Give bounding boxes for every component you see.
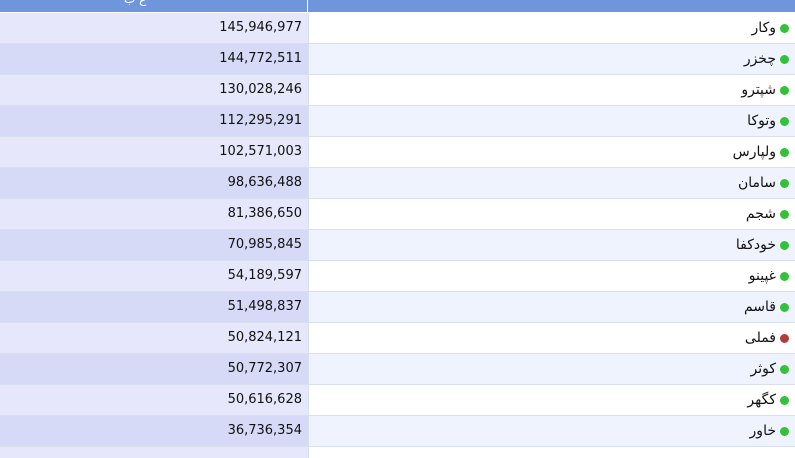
value-cell: 36,736,354 [0, 416, 309, 446]
value-cell: 50,824,121 [0, 323, 309, 353]
stock-table: ع ب 145,946,977 وکار 144,772,511 چخزر 130,02… [0, 0, 795, 458]
table-row[interactable]: 144,772,511 چخزر [0, 44, 795, 75]
status-dot-icon [780, 23, 789, 33]
table-row[interactable]: 112,295,291 وتوکا [0, 106, 795, 137]
table-body: 145,946,977 وکار 144,772,511 چخزر 130,028,24… [0, 13, 795, 458]
symbol-cell[interactable]: وتوکا [309, 106, 795, 136]
symbol-name[interactable]: چخزر [744, 51, 776, 67]
value-cell: 50,616,628 [0, 385, 309, 415]
symbol-name[interactable]: غپینو [749, 268, 776, 284]
table-row[interactable]: 145,946,977 وکار [0, 13, 795, 44]
symbol-name[interactable]: سامان [738, 175, 776, 191]
symbol-name[interactable]: خودکفا [736, 237, 776, 253]
symbol-name[interactable]: قاسم [744, 299, 776, 315]
table-row[interactable]: 98,636,488 سامان [0, 168, 795, 199]
table-row[interactable]: 36,736,354 خاور [0, 416, 795, 447]
symbol-cell[interactable]: کوثر [309, 354, 795, 384]
value-cell [0, 447, 309, 458]
status-dot-icon [780, 271, 789, 281]
status-dot-icon [780, 395, 789, 405]
symbol-name[interactable]: ولپارس [733, 144, 776, 160]
symbol-name[interactable]: فملی [745, 330, 776, 346]
symbol-cell[interactable]: خاور [309, 416, 795, 446]
symbol-name[interactable]: وتوکا [747, 113, 776, 129]
status-dot-icon [780, 85, 789, 95]
symbol-cell[interactable]: چخزر [309, 44, 795, 74]
table-row[interactable]: 102,571,003 ولپارس [0, 137, 795, 168]
status-dot-icon [780, 240, 789, 250]
symbol-cell[interactable] [309, 447, 795, 458]
value-cell: 102,571,003 [0, 137, 309, 167]
status-dot-icon [780, 364, 789, 374]
symbol-name[interactable]: کگهر [747, 392, 776, 408]
status-dot-icon [780, 426, 789, 436]
symbol-cell[interactable]: ولپارس [309, 137, 795, 167]
table-row[interactable]: 51,498,837 قاسم [0, 292, 795, 323]
symbol-name[interactable]: وکار [752, 20, 776, 36]
value-cell: 112,295,291 [0, 106, 309, 136]
status-dot-icon [780, 147, 789, 157]
value-cell: 70,985,845 [0, 230, 309, 260]
table-row[interactable]: 50,616,628 کگهر [0, 385, 795, 416]
table-row[interactable]: 70,985,845 خودکفا [0, 230, 795, 261]
symbol-name[interactable]: خاور [750, 423, 776, 439]
table-row[interactable]: 130,028,246 شپترو [0, 75, 795, 106]
value-cell: 81,386,650 [0, 199, 309, 229]
symbol-cell[interactable]: سامان [309, 168, 795, 198]
table-row[interactable]: 50,824,121 فملی [0, 323, 795, 354]
table-header: ع ب [0, 0, 795, 13]
table-row[interactable]: 81,386,650 شجم [0, 199, 795, 230]
symbol-cell[interactable]: وکار [309, 13, 795, 43]
status-dot-icon [780, 178, 789, 188]
status-dot-icon [780, 302, 789, 312]
symbol-name[interactable]: کوثر [750, 361, 776, 377]
symbol-cell[interactable]: فملی [309, 323, 795, 353]
symbol-cell[interactable]: خودکفا [309, 230, 795, 260]
name-column-header[interactable] [308, 0, 795, 12]
symbol-cell[interactable]: شپترو [309, 75, 795, 105]
status-dot-icon [780, 209, 789, 219]
symbol-cell[interactable]: قاسم [309, 292, 795, 322]
value-cell: 145,946,977 [0, 13, 309, 43]
symbol-cell[interactable]: کگهر [309, 385, 795, 415]
status-dot-icon [780, 54, 789, 64]
value-cell: 50,772,307 [0, 354, 309, 384]
status-dot-icon [780, 333, 789, 343]
value-cell: 51,498,837 [0, 292, 309, 322]
table-row[interactable] [0, 447, 795, 458]
status-dot-icon [780, 116, 789, 126]
symbol-name[interactable]: شجم [746, 206, 776, 222]
symbol-name[interactable]: شپترو [741, 82, 776, 98]
symbol-cell[interactable]: غپینو [309, 261, 795, 291]
table-row[interactable]: 50,772,307 کوثر [0, 354, 795, 385]
symbol-cell[interactable]: شجم [309, 199, 795, 229]
value-cell: 54,189,597 [0, 261, 309, 291]
value-cell: 98,636,488 [0, 168, 309, 198]
value-cell: 130,028,246 [0, 75, 309, 105]
value-cell: 144,772,511 [0, 44, 309, 74]
value-column-header[interactable]: ع ب [0, 0, 308, 12]
table-row[interactable]: 54,189,597 غپینو [0, 261, 795, 292]
